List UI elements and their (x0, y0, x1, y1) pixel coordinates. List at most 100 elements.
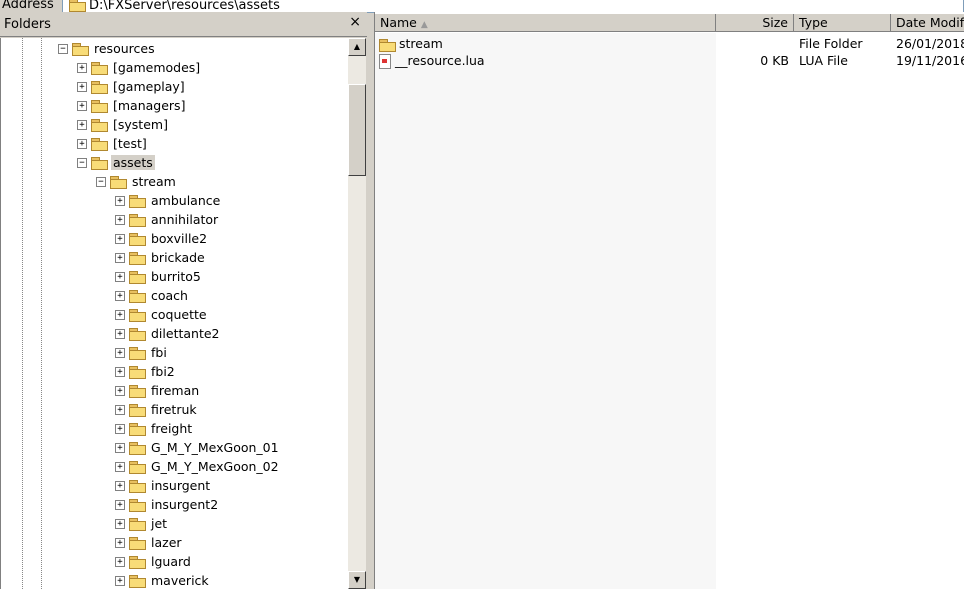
collapse-icon[interactable]: − (96, 176, 106, 187)
tree-scrollbar[interactable]: ▲ ▼ (348, 38, 366, 589)
tree-node[interactable]: + fireman (115, 381, 201, 400)
folder-icon (91, 61, 108, 75)
tree-node[interactable]: + [test] (77, 134, 149, 153)
collapse-icon[interactable]: − (77, 157, 87, 168)
tree-node[interactable]: + lazer (115, 533, 184, 552)
tree-node-label: maverick (151, 573, 209, 588)
collapse-icon[interactable]: − (58, 43, 68, 54)
expand-icon[interactable]: + (115, 404, 125, 415)
expand-icon[interactable]: + (115, 195, 125, 206)
folder-icon (129, 365, 146, 379)
file-date: 26/01/2018 (896, 35, 964, 52)
expand-icon[interactable]: + (115, 423, 125, 434)
tree-node-label: annihilator (151, 212, 219, 227)
tree-node-label: firetruk (151, 402, 197, 417)
folder-icon (129, 555, 146, 569)
tree-line (41, 38, 42, 589)
expand-icon[interactable]: + (115, 499, 125, 510)
scroll-thumb[interactable] (348, 84, 366, 176)
expand-icon[interactable]: + (77, 100, 87, 111)
expand-icon[interactable]: + (115, 575, 125, 586)
tree-node[interactable]: + freight (115, 419, 194, 438)
expand-icon[interactable]: + (77, 119, 87, 130)
expand-icon[interactable]: + (115, 442, 125, 453)
sort-asc-icon: ▲ (420, 20, 428, 30)
file-name[interactable]: __resource.lua (379, 52, 709, 69)
expand-icon[interactable]: + (115, 233, 125, 244)
expand-icon[interactable]: + (115, 518, 125, 529)
tree-node[interactable]: + lguard (115, 552, 193, 571)
tree-node[interactable]: + coquette (115, 305, 209, 324)
tree-node[interactable]: + burrito5 (115, 267, 203, 286)
expand-icon[interactable]: + (115, 366, 125, 377)
tree-node[interactable]: + dilettante2 (115, 324, 222, 343)
expand-icon[interactable]: + (77, 81, 87, 92)
column-header-size[interactable]: Size (716, 14, 794, 32)
tree-node-label: freight (151, 421, 193, 436)
file-name-text: __resource.lua (395, 53, 485, 68)
tree-node[interactable]: + fbi (115, 343, 169, 362)
close-icon[interactable]: × (349, 14, 361, 30)
expand-icon[interactable]: + (115, 537, 125, 548)
tree-node[interactable]: + firetruk (115, 400, 199, 419)
tree-node[interactable]: + ambulance (115, 191, 222, 210)
tree-node[interactable]: + insurgent (115, 476, 212, 495)
folder-icon (129, 517, 146, 531)
tree-node[interactable]: + insurgent2 (115, 495, 220, 514)
tree-node[interactable]: + brickade (115, 248, 207, 267)
expand-icon[interactable]: + (115, 271, 125, 282)
tree-node[interactable]: − stream (96, 172, 178, 191)
tree-node[interactable]: − assets (77, 153, 155, 172)
tree-node[interactable]: − resources (58, 39, 157, 58)
expand-icon[interactable]: + (115, 252, 125, 263)
expand-icon[interactable]: + (115, 328, 125, 339)
tree-node[interactable]: + [gamemodes] (77, 58, 202, 77)
sorted-column-bg (375, 33, 716, 589)
tree-node[interactable]: + fbi2 (115, 362, 177, 381)
column-header-type[interactable]: Type (794, 14, 891, 32)
file-name[interactable]: stream (379, 35, 709, 52)
tree-node-label: stream (132, 174, 176, 189)
expand-icon[interactable]: + (115, 461, 125, 472)
folder-icon (129, 536, 146, 550)
expand-icon[interactable]: + (115, 214, 125, 225)
tree-node[interactable]: + jet (115, 514, 169, 533)
tree-node[interactable]: + G_M_Y_MexGoon_02 (115, 457, 281, 476)
tree-node[interactable]: + [system] (77, 115, 170, 134)
tree-node-label: brickade (151, 250, 205, 265)
file-size (716, 35, 789, 52)
tree-node[interactable]: + G_M_Y_MexGoon_01 (115, 438, 281, 457)
scroll-up-button[interactable]: ▲ (348, 38, 366, 56)
file-type-text: File Folder (799, 36, 863, 51)
tree-node-label: insurgent (151, 478, 211, 493)
tree-node[interactable]: + [gameplay] (77, 77, 187, 96)
expand-icon[interactable]: + (115, 385, 125, 396)
expand-icon[interactable]: + (115, 556, 125, 567)
expand-icon[interactable]: + (115, 480, 125, 491)
tree-node[interactable]: + annihilator (115, 210, 220, 229)
tree-node[interactable]: + boxville2 (115, 229, 209, 248)
expand-icon[interactable]: + (115, 309, 125, 320)
tree-node-label: [system] (113, 117, 168, 132)
lua-file-icon (379, 54, 391, 69)
tree-node-label: lazer (151, 535, 182, 550)
expand-icon[interactable]: + (115, 290, 125, 301)
expand-icon[interactable]: + (115, 347, 125, 358)
tree-node-label: jet (151, 516, 168, 531)
file-date: 19/11/2016 (896, 52, 964, 69)
column-header-name[interactable]: Name ▲ (375, 14, 716, 32)
folders-header: Folders × (0, 12, 367, 37)
column-header-date[interactable]: Date Modified (891, 14, 964, 32)
folders-title: Folders (4, 17, 51, 32)
expand-icon[interactable]: + (77, 138, 87, 149)
expand-icon[interactable]: + (77, 62, 87, 73)
scroll-down-button[interactable]: ▼ (348, 571, 366, 589)
tree-node[interactable]: + maverick (115, 571, 211, 589)
folder-tree: − resources + [gamemodes] + [gameplay] + [manag… (0, 38, 348, 589)
folder-icon (110, 175, 127, 189)
tree-node-label: [test] (113, 136, 147, 151)
folder-icon (129, 460, 146, 474)
tree-node[interactable]: + [managers] (77, 96, 187, 115)
tree-node[interactable]: + coach (115, 286, 190, 305)
folder-icon (129, 289, 146, 303)
